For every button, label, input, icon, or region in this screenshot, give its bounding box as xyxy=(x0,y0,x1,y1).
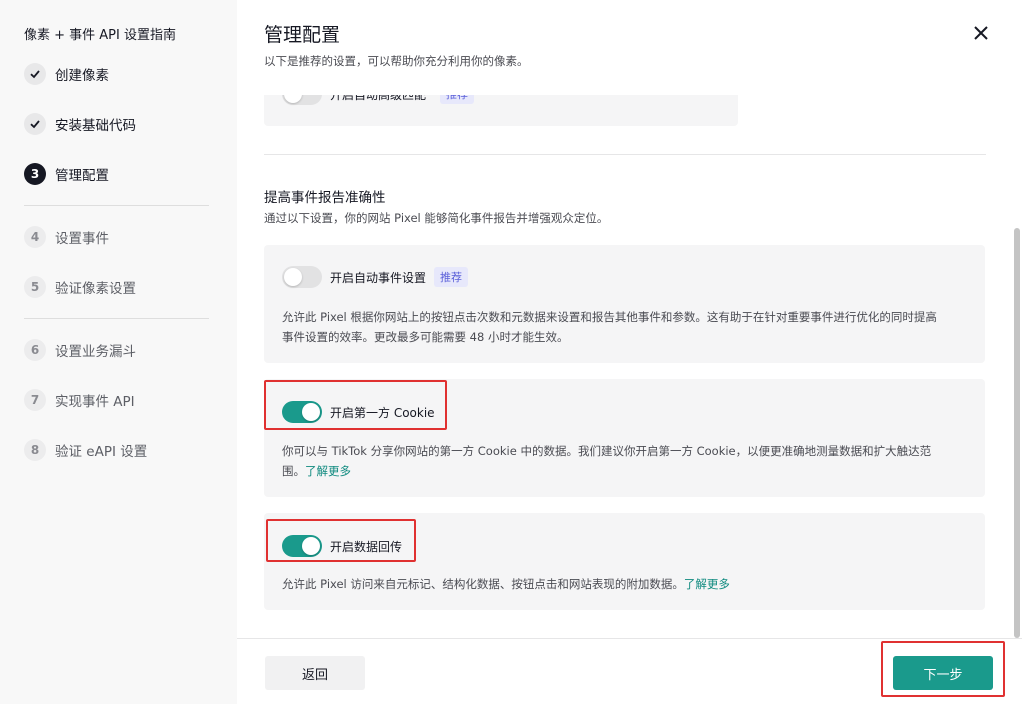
card-description-line: 围。 xyxy=(282,464,305,478)
back-button[interactable]: 返回 xyxy=(265,656,365,690)
first-party-cookie-card: 开启第一方 Cookie 你可以与 TikTok 分享你网站的第一方 Cooki… xyxy=(264,379,985,497)
auto-event-setup-toggle[interactable] xyxy=(282,266,322,288)
step-verify-pixel[interactable]: 5 验证像素设置 xyxy=(24,276,136,298)
close-icon xyxy=(974,26,988,40)
step-label: 安装基础代码 xyxy=(55,118,136,134)
learn-more-link[interactable]: 了解更多 xyxy=(684,577,730,591)
step-manage-config[interactable]: 3 管理配置 xyxy=(24,163,109,185)
step-label: 创建像素 xyxy=(55,68,109,84)
step-number-badge: 8 xyxy=(24,439,46,461)
toggle-knob xyxy=(302,537,320,555)
sidebar-title: 像素 + 事件 API 设置指南 xyxy=(24,28,176,43)
auto-event-setup-card: 开启自动事件设置 推荐 允许此 Pixel 根据你网站上的按钮点击次数和元数据来… xyxy=(264,245,985,363)
sidebar-divider xyxy=(24,318,209,319)
recommended-badge: 推荐 xyxy=(440,95,474,104)
close-button[interactable] xyxy=(970,22,992,44)
check-icon xyxy=(24,63,46,85)
card-description: 允许此 Pixel 根据你网站上的按钮点击次数和元数据来设置和报告其他事件和参数… xyxy=(282,307,972,347)
sidebar: 像素 + 事件 API 设置指南 创建像素 安装基础代码 3 管理配置 4 设置… xyxy=(0,0,237,704)
card-description-line: 允许此 Pixel 根据你网站上的按钮点击次数和元数据来设置和报告其他事件和参数… xyxy=(282,310,937,324)
step-label: 实现事件 API xyxy=(55,394,135,410)
card-description-line: 允许此 Pixel 访问来自元标记、结构化数据、按钮点击和网站表现的附加数据。 xyxy=(282,577,684,591)
check-icon xyxy=(24,113,46,135)
sidebar-divider xyxy=(24,205,209,206)
card-description-line: 事件设置的效率。更改最多可能需要 48 小时才能生效。 xyxy=(282,330,569,344)
section-title: 提高事件报告准确性 xyxy=(264,190,386,206)
section-divider xyxy=(264,154,986,155)
scrollbar[interactable] xyxy=(1014,228,1020,638)
data-callback-toggle[interactable] xyxy=(282,535,322,557)
step-label: 设置业务漏斗 xyxy=(55,344,136,360)
card-description: 你可以与 TikTok 分享你网站的第一方 Cookie 中的数据。我们建议你开… xyxy=(282,441,972,481)
step-business-funnel[interactable]: 6 设置业务漏斗 xyxy=(24,339,136,361)
footer-divider xyxy=(237,638,1022,639)
toggle-label: 开启数据回传 xyxy=(330,540,403,554)
page-title: 管理配置 xyxy=(264,24,341,46)
toggle-label: 开启自动高级匹配 xyxy=(330,95,427,102)
first-party-cookie-toggle[interactable] xyxy=(282,401,322,423)
step-create-pixel[interactable]: 创建像素 xyxy=(24,63,109,85)
toggle-knob xyxy=(284,95,302,103)
top-card-clip: 开启自动高级匹配 推荐 xyxy=(264,95,738,126)
step-number-badge: 5 xyxy=(24,276,46,298)
step-number-badge: 4 xyxy=(24,226,46,248)
toggle-knob xyxy=(302,403,320,421)
step-label: 管理配置 xyxy=(55,168,109,184)
toggle-label: 开启第一方 Cookie xyxy=(330,406,435,420)
page-subtitle: 以下是推荐的设置，可以帮助你充分利用你的像素。 xyxy=(264,54,529,68)
step-number-badge: 6 xyxy=(24,339,46,361)
step-label: 验证像素设置 xyxy=(55,281,136,297)
toggle-knob xyxy=(284,268,302,286)
next-button[interactable]: 下一步 xyxy=(893,656,993,690)
data-callback-card: 开启数据回传 允许此 Pixel 访问来自元标记、结构化数据、按钮点击和网站表现… xyxy=(264,513,985,610)
step-set-events[interactable]: 4 设置事件 xyxy=(24,226,109,248)
auto-advanced-matching-card: 开启自动高级匹配 推荐 xyxy=(264,95,738,126)
step-implement-events-api[interactable]: 7 实现事件 API xyxy=(24,389,135,411)
card-description: 允许此 Pixel 访问来自元标记、结构化数据、按钮点击和网站表现的附加数据。了… xyxy=(282,574,972,594)
card-description-line: 你可以与 TikTok 分享你网站的第一方 Cookie 中的数据。我们建议你开… xyxy=(282,444,932,458)
recommended-badge: 推荐 xyxy=(434,267,468,287)
auto-advanced-matching-toggle[interactable] xyxy=(282,95,322,105)
section-description: 通过以下设置，你的网站 Pixel 能够简化事件报告并增强观众定位。 xyxy=(264,211,609,225)
step-number-badge: 3 xyxy=(24,163,46,185)
step-label: 设置事件 xyxy=(55,231,109,247)
step-number-badge: 7 xyxy=(24,389,46,411)
learn-more-link[interactable]: 了解更多 xyxy=(305,464,351,478)
toggle-label: 开启自动事件设置 xyxy=(330,271,427,285)
card-description-line-wrap: 围。了解更多 xyxy=(282,461,972,481)
step-verify-eapi[interactable]: 8 验证 eAPI 设置 xyxy=(24,439,147,461)
step-label: 验证 eAPI 设置 xyxy=(55,444,148,460)
step-install-base-code[interactable]: 安装基础代码 xyxy=(24,113,136,135)
